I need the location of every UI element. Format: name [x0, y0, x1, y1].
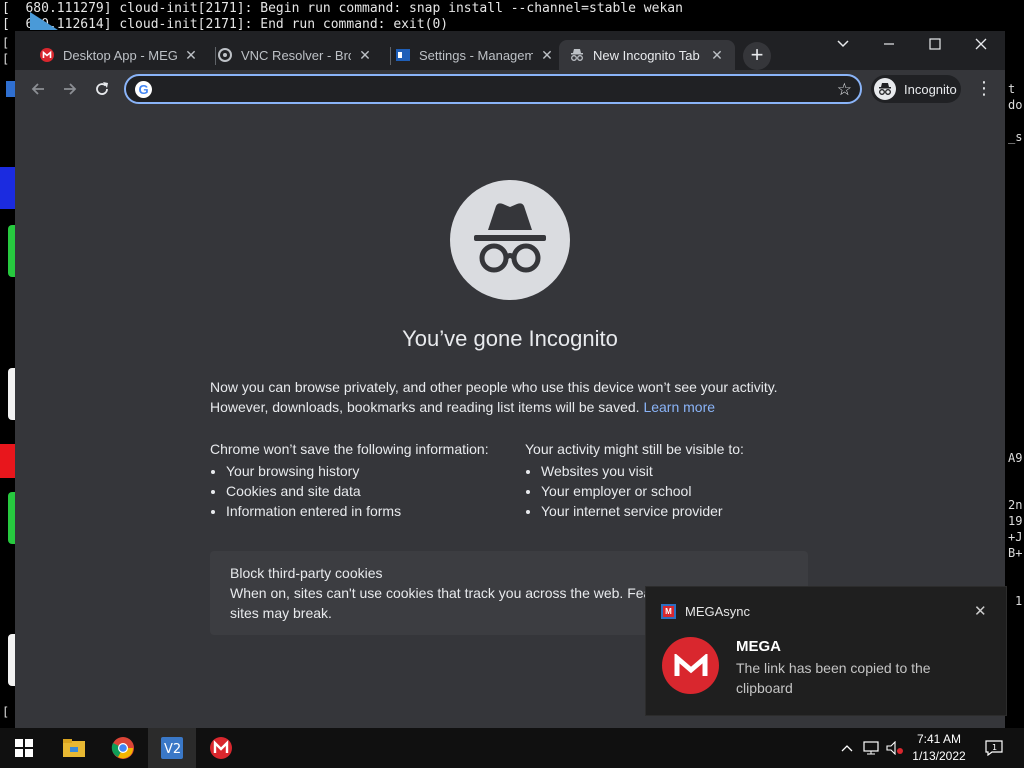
tab-mega[interactable]: Desktop App - MEGA ✕ — [29, 40, 209, 70]
close-icon[interactable]: ✕ — [709, 47, 725, 63]
mega-icon — [39, 47, 55, 63]
forward-button[interactable] — [57, 76, 83, 102]
vnc-viewer-icon[interactable]: V2 — [148, 728, 196, 768]
side-window-edge — [0, 444, 16, 478]
list-item: Websites you visit — [541, 461, 825, 481]
megasync-notification[interactable]: M MEGAsync ✕ MEGA The link has been copi… — [645, 586, 1007, 716]
tray-chevron-icon[interactable] — [838, 728, 856, 768]
megasync-icon: M — [661, 604, 676, 619]
close-icon[interactable]: ✕ — [539, 47, 555, 63]
reload-button[interactable] — [89, 76, 115, 102]
maximize-button[interactable] — [912, 31, 958, 57]
incognito-profile-button[interactable]: Incognito — [871, 75, 961, 103]
svg-text:1: 1 — [992, 743, 997, 752]
svg-text:V2: V2 — [164, 742, 181, 757]
notification-app-header: M MEGAsync — [661, 604, 750, 619]
side-window-edge — [0, 167, 16, 209]
list-heading: Chrome won’t save the following informat… — [210, 441, 489, 457]
network-icon[interactable] — [860, 728, 882, 768]
browser-toolbar: G ☆ Incognito ⋮ — [15, 70, 1005, 108]
incognito-icon — [450, 180, 570, 300]
taskbar: V2 7:41 AM 1/13/2022 1 — [0, 728, 1024, 768]
cursor-arrow-icon — [30, 12, 58, 30]
tab-search-chevron-icon[interactable] — [820, 31, 866, 57]
tab-new-incognito[interactable]: New Incognito Tab ✕ — [559, 40, 735, 70]
close-icon[interactable]: ✕ — [357, 47, 373, 63]
tab-settings[interactable]: Settings - Manageme ✕ — [385, 40, 565, 70]
incognito-icon — [874, 78, 896, 100]
new-tab-button[interactable]: + — [743, 42, 771, 70]
not-saved-list: Chrome won’t save the following informat… — [210, 441, 510, 521]
minimize-button[interactable] — [866, 31, 912, 57]
incognito-icon — [569, 47, 585, 63]
mega-logo-icon — [662, 637, 719, 694]
tab-title: Desktop App - MEGA — [63, 47, 177, 63]
close-icon[interactable]: ✕ — [974, 602, 987, 620]
address-bar[interactable]: G ☆ — [124, 74, 862, 104]
still-visible-list: Your activity might still be visible to:… — [525, 441, 825, 521]
close-window-button[interactable] — [958, 31, 1004, 57]
intro-text: Now you can browse privately, and other … — [210, 377, 810, 417]
list-item: Your internet service provider — [541, 501, 825, 521]
bookmark-star-icon[interactable]: ☆ — [837, 80, 852, 100]
list-item: Your employer or school — [541, 481, 825, 501]
tab-vnc-resolver[interactable]: VNC Resolver - Brows ✕ — [207, 40, 383, 70]
notification-message: The link has been copied to the clipboar… — [736, 660, 931, 696]
clock-time: 7:41 AM — [916, 732, 962, 746]
back-button[interactable] — [25, 76, 51, 102]
list-heading: Your activity might still be visible to: — [525, 441, 744, 457]
system-clock[interactable]: 7:41 AM 1/13/2022 — [906, 731, 972, 765]
clock-date: 1/13/2022 — [912, 749, 966, 763]
notification-title: MEGA — [736, 638, 781, 655]
cookie-card-title: Block third-party cookies — [230, 565, 383, 581]
megasync-taskbar-icon[interactable] — [197, 728, 245, 768]
chrome-icon[interactable] — [99, 728, 147, 768]
list-item: Cookies and site data — [226, 481, 510, 501]
start-button[interactable] — [0, 728, 48, 768]
intro-line: Now you can browse privately, and other … — [210, 379, 778, 395]
tab-title: VNC Resolver - Brows — [241, 47, 351, 63]
profile-label: Incognito — [904, 81, 957, 97]
learn-more-link[interactable]: Learn more — [643, 399, 715, 415]
page-title: You’ve gone Incognito — [402, 326, 618, 351]
notification-app-name: MEGAsync — [685, 604, 751, 619]
tab-title: Settings - Manageme — [419, 47, 533, 63]
volume-muted-icon[interactable] — [884, 728, 906, 768]
list-item: Your browsing history — [226, 461, 510, 481]
intro-line: However, downloads, bookmarks and readin… — [210, 399, 640, 415]
vnc-icon — [217, 47, 233, 63]
close-icon[interactable]: ✕ — [183, 47, 199, 63]
list-item: Information entered in forms — [226, 501, 510, 521]
address-input[interactable] — [160, 79, 820, 101]
terminal-line: [ 680.111279] cloud-init[2171]: Begin ru… — [2, 1, 683, 16]
more-menu-icon[interactable]: ⋮ — [975, 77, 993, 101]
google-icon: G — [135, 81, 152, 98]
file-explorer-icon[interactable] — [50, 728, 98, 768]
tab-title: New Incognito Tab — [593, 47, 700, 63]
settings-icon — [395, 47, 411, 63]
tab-strip: Desktop App - MEGA ✕ VNC Resolver - Brow… — [15, 31, 1005, 70]
notifications-icon[interactable]: 1 — [980, 728, 1008, 768]
